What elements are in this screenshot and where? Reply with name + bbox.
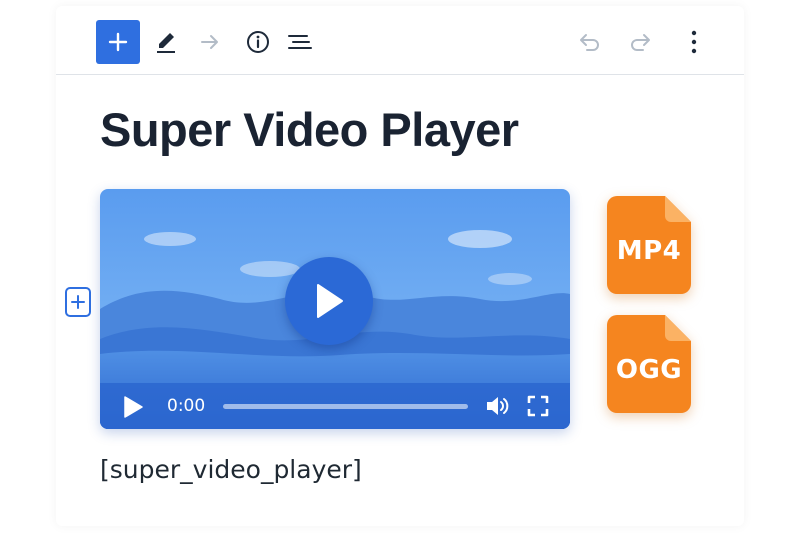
redo-icon <box>631 34 650 51</box>
progress-bar[interactable] <box>223 404 468 409</box>
redirect-button[interactable] <box>188 20 232 64</box>
add-block-button[interactable] <box>96 20 140 64</box>
details-button[interactable] <box>236 20 280 64</box>
play-icon <box>124 396 143 418</box>
list-view-button[interactable] <box>278 20 322 64</box>
shortcode-text[interactable]: [super_video_player] <box>100 455 362 484</box>
info-icon <box>247 31 269 53</box>
more-vertical-icon <box>691 30 697 54</box>
file-format-label: OGG <box>615 355 683 385</box>
edit-button[interactable] <box>144 20 188 64</box>
volume-button[interactable] <box>485 394 511 423</box>
fullscreen-button[interactable] <box>527 395 549 422</box>
plus-icon <box>71 295 85 309</box>
page-title[interactable]: Super Video Player <box>100 102 519 157</box>
control-play-button[interactable] <box>122 395 144 424</box>
list-view-icon <box>288 35 312 49</box>
play-overlay-button[interactable] <box>285 257 373 345</box>
current-time: 0:00 <box>167 396 206 416</box>
pencil-icon <box>157 33 175 53</box>
video-player[interactable]: 0:00 <box>100 189 570 429</box>
options-button[interactable] <box>672 20 716 64</box>
plus-icon <box>108 32 128 52</box>
ogg-file-icon: OGG <box>607 315 691 413</box>
undo-button[interactable] <box>568 20 612 64</box>
play-icon <box>317 284 343 318</box>
editor-toolbar <box>56 6 744 75</box>
player-controls: 0:00 <box>100 383 570 429</box>
fullscreen-icon <box>527 395 549 417</box>
undo-icon <box>580 34 599 51</box>
file-format-label: MP4 <box>616 236 682 266</box>
arrow-right-icon <box>201 35 218 49</box>
mp4-file-icon: MP4 <box>607 196 691 294</box>
volume-icon <box>487 397 509 415</box>
redo-button[interactable] <box>618 20 662 64</box>
block-inserter-button[interactable] <box>65 287 91 317</box>
